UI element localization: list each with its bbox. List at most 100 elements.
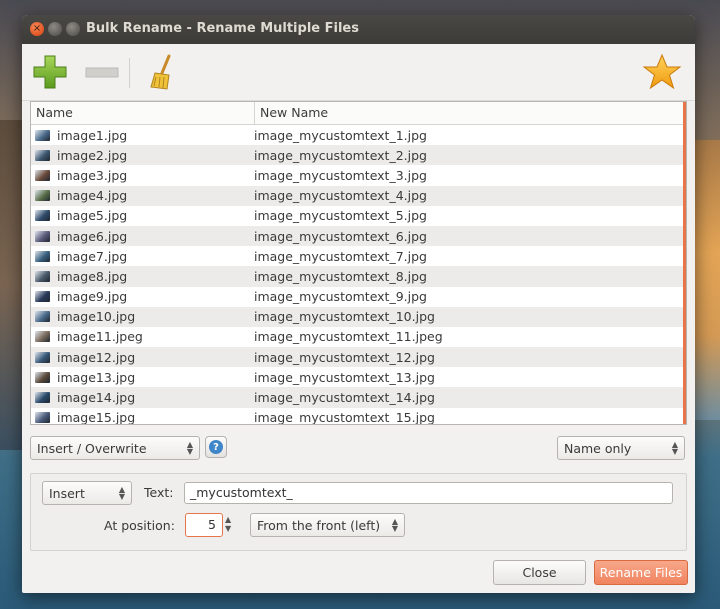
text-label: Text: — [144, 485, 174, 500]
list-scrollbar[interactable] — [683, 102, 686, 424]
new-file-name: image_mycustomtext_1.jpg — [254, 127, 427, 143]
window-maximize-button[interactable] — [66, 22, 80, 36]
file-list-row[interactable]: image2.jpg image_mycustomtext_2.jpg — [31, 145, 686, 166]
file-name-cell: image1.jpg — [31, 125, 249, 145]
title-bar: × Bulk Rename - Rename Multiple Files — [22, 15, 695, 44]
file-list-row[interactable]: image11.jpeg image_mycustomtext_11.jpeg — [31, 327, 686, 347]
image-thumbnail-icon — [35, 270, 50, 282]
image-thumbnail-icon — [35, 149, 50, 161]
clear-list-button[interactable] — [144, 52, 184, 92]
window-minimize-button[interactable] — [48, 22, 62, 36]
new-file-name: image_mycustomtext_11.jpeg — [254, 329, 443, 345]
new-file-name: image_mycustomtext_5.jpg — [254, 208, 427, 224]
file-list-row[interactable]: image6.jpg image_mycustomtext_6.jpg — [31, 225, 686, 247]
image-thumbnail-icon — [35, 412, 50, 424]
file-name-cell: image10.jpg — [31, 307, 249, 327]
image-thumbnail-icon — [35, 392, 50, 404]
file-name: image10.jpg — [57, 309, 136, 325]
position-label: At position: — [104, 518, 175, 533]
file-list-row[interactable]: image5.jpg image_mycustomtext_5.jpg — [31, 206, 686, 226]
window-close-button[interactable]: × — [30, 22, 44, 36]
bulk-rename-window: × Bulk Rename - Rename Multiple Files Na… — [22, 15, 695, 593]
rename-files-button[interactable]: Rename Files — [594, 560, 688, 585]
new-file-name: image_mycustomtext_2.jpg — [254, 147, 427, 163]
file-name-cell: image5.jpg — [31, 206, 249, 226]
position-spinner[interactable]: 5 — [185, 513, 223, 537]
file-name-cell: image12.jpg — [31, 347, 249, 367]
image-thumbnail-icon — [35, 291, 50, 303]
file-list-row[interactable]: image15.jpg image_mycustomtext_15.jpg — [31, 408, 686, 424]
select-arrows-icon: ▲ ▼ — [186, 440, 193, 456]
window-title: Bulk Rename - Rename Multiple Files — [86, 21, 359, 36]
direction-select-value: From the front (left) — [257, 517, 381, 533]
image-thumbnail-icon — [35, 250, 50, 262]
image-thumbnail-icon — [35, 311, 50, 323]
new-file-name: image_mycustomtext_3.jpg — [254, 167, 427, 183]
file-name: image15.jpg — [57, 410, 136, 424]
file-name: image7.jpg — [57, 248, 128, 264]
file-name: image3.jpg — [57, 167, 128, 183]
file-list-row[interactable]: image8.jpg image_mycustomtext_8.jpg — [31, 266, 686, 287]
select-arrows-icon: ▲ ▼ — [391, 517, 398, 533]
help-button[interactable]: ? — [205, 436, 227, 458]
image-thumbnail-icon — [35, 169, 50, 181]
file-name-cell: image7.jpg — [31, 246, 249, 266]
action-select[interactable]: Insert ▲ ▼ — [42, 481, 132, 505]
file-name: image12.jpg — [57, 349, 136, 365]
image-thumbnail-icon — [35, 230, 50, 242]
file-name: image2.jpg — [57, 147, 128, 163]
file-name-cell: image3.jpg — [31, 165, 249, 185]
file-name: image13.jpg — [57, 369, 136, 385]
file-name-cell: image15.jpg — [31, 408, 249, 424]
file-list-row[interactable]: image7.jpg image_mycustomtext_7.jpg — [31, 246, 686, 266]
file-name: image9.jpg — [57, 289, 128, 305]
plus-icon — [33, 55, 67, 89]
select-arrows-icon: ▲ ▼ — [118, 485, 125, 501]
minus-icon — [85, 67, 119, 78]
file-list-row[interactable]: image13.jpg image_mycustomtext_13.jpg — [31, 367, 686, 387]
add-files-button[interactable] — [30, 52, 70, 92]
new-file-name: image_mycustomtext_6.jpg — [254, 228, 427, 244]
image-thumbnail-icon — [35, 210, 50, 222]
custom-text-input[interactable]: _mycustomtext_ — [184, 482, 673, 504]
file-list-row[interactable]: image4.jpg image_mycustomtext_4.jpg — [31, 185, 686, 206]
new-file-name: image_mycustomtext_10.jpg — [254, 309, 435, 325]
file-list-row[interactable]: image10.jpg image_mycustomtext_10.jpg — [31, 306, 686, 327]
new-file-name: image_mycustomtext_12.jpg — [254, 349, 435, 365]
close-button[interactable]: Close — [493, 560, 586, 585]
star-icon — [642, 53, 682, 90]
file-name-cell: image14.jpg — [31, 387, 249, 407]
direction-select[interactable]: From the front (left) ▲ ▼ — [250, 513, 405, 537]
file-name-cell: image9.jpg — [31, 287, 249, 307]
file-name: image11.jpeg — [57, 329, 143, 345]
new-file-name: image_mycustomtext_13.jpg — [254, 369, 435, 385]
image-thumbnail-icon — [35, 371, 50, 383]
file-name: image14.jpg — [57, 390, 136, 406]
spinner-arrows-icon[interactable]: ▲ ▼ — [225, 515, 231, 533]
file-list[interactable]: Name New Name image1.jpg image_mycustomte… — [30, 101, 687, 425]
file-list-row[interactable]: image12.jpg image_mycustomtext_12.jpg — [31, 347, 686, 368]
file-list-row[interactable]: image9.jpg image_mycustomtext_9.jpg — [31, 287, 686, 307]
file-name: image4.jpg — [57, 188, 128, 204]
column-header-new-name[interactable]: New Name — [255, 102, 686, 124]
file-list-row[interactable]: image3.jpg image_mycustomtext_3.jpg — [31, 165, 686, 185]
select-arrows-icon: ▲ ▼ — [671, 440, 678, 456]
file-list-row[interactable]: image1.jpg image_mycustomtext_1.jpg — [31, 125, 686, 145]
new-file-name: image_mycustomtext_4.jpg — [254, 188, 427, 204]
broom-icon — [150, 54, 171, 90]
help-icon: ? — [209, 440, 223, 454]
mode-select[interactable]: Insert / Overwrite ▲ ▼ — [30, 436, 200, 460]
new-file-name: image_mycustomtext_14.jpg — [254, 390, 435, 406]
new-file-name: image_mycustomtext_15.jpg — [254, 410, 435, 424]
file-list-row[interactable]: image14.jpg image_mycustomtext_14.jpg — [31, 387, 686, 408]
file-name: image1.jpg — [57, 127, 128, 143]
file-name-cell: image6.jpg — [31, 226, 249, 246]
favorites-button[interactable] — [642, 52, 682, 92]
scope-select[interactable]: Name only ▲ ▼ — [557, 436, 685, 460]
new-file-name: image_mycustomtext_8.jpg — [254, 268, 427, 284]
remove-files-button[interactable] — [82, 52, 122, 92]
file-name: image5.jpg — [57, 208, 128, 224]
image-thumbnail-icon — [35, 331, 50, 343]
file-name-cell: image2.jpg — [31, 145, 249, 165]
column-header-name[interactable]: Name — [31, 102, 255, 124]
